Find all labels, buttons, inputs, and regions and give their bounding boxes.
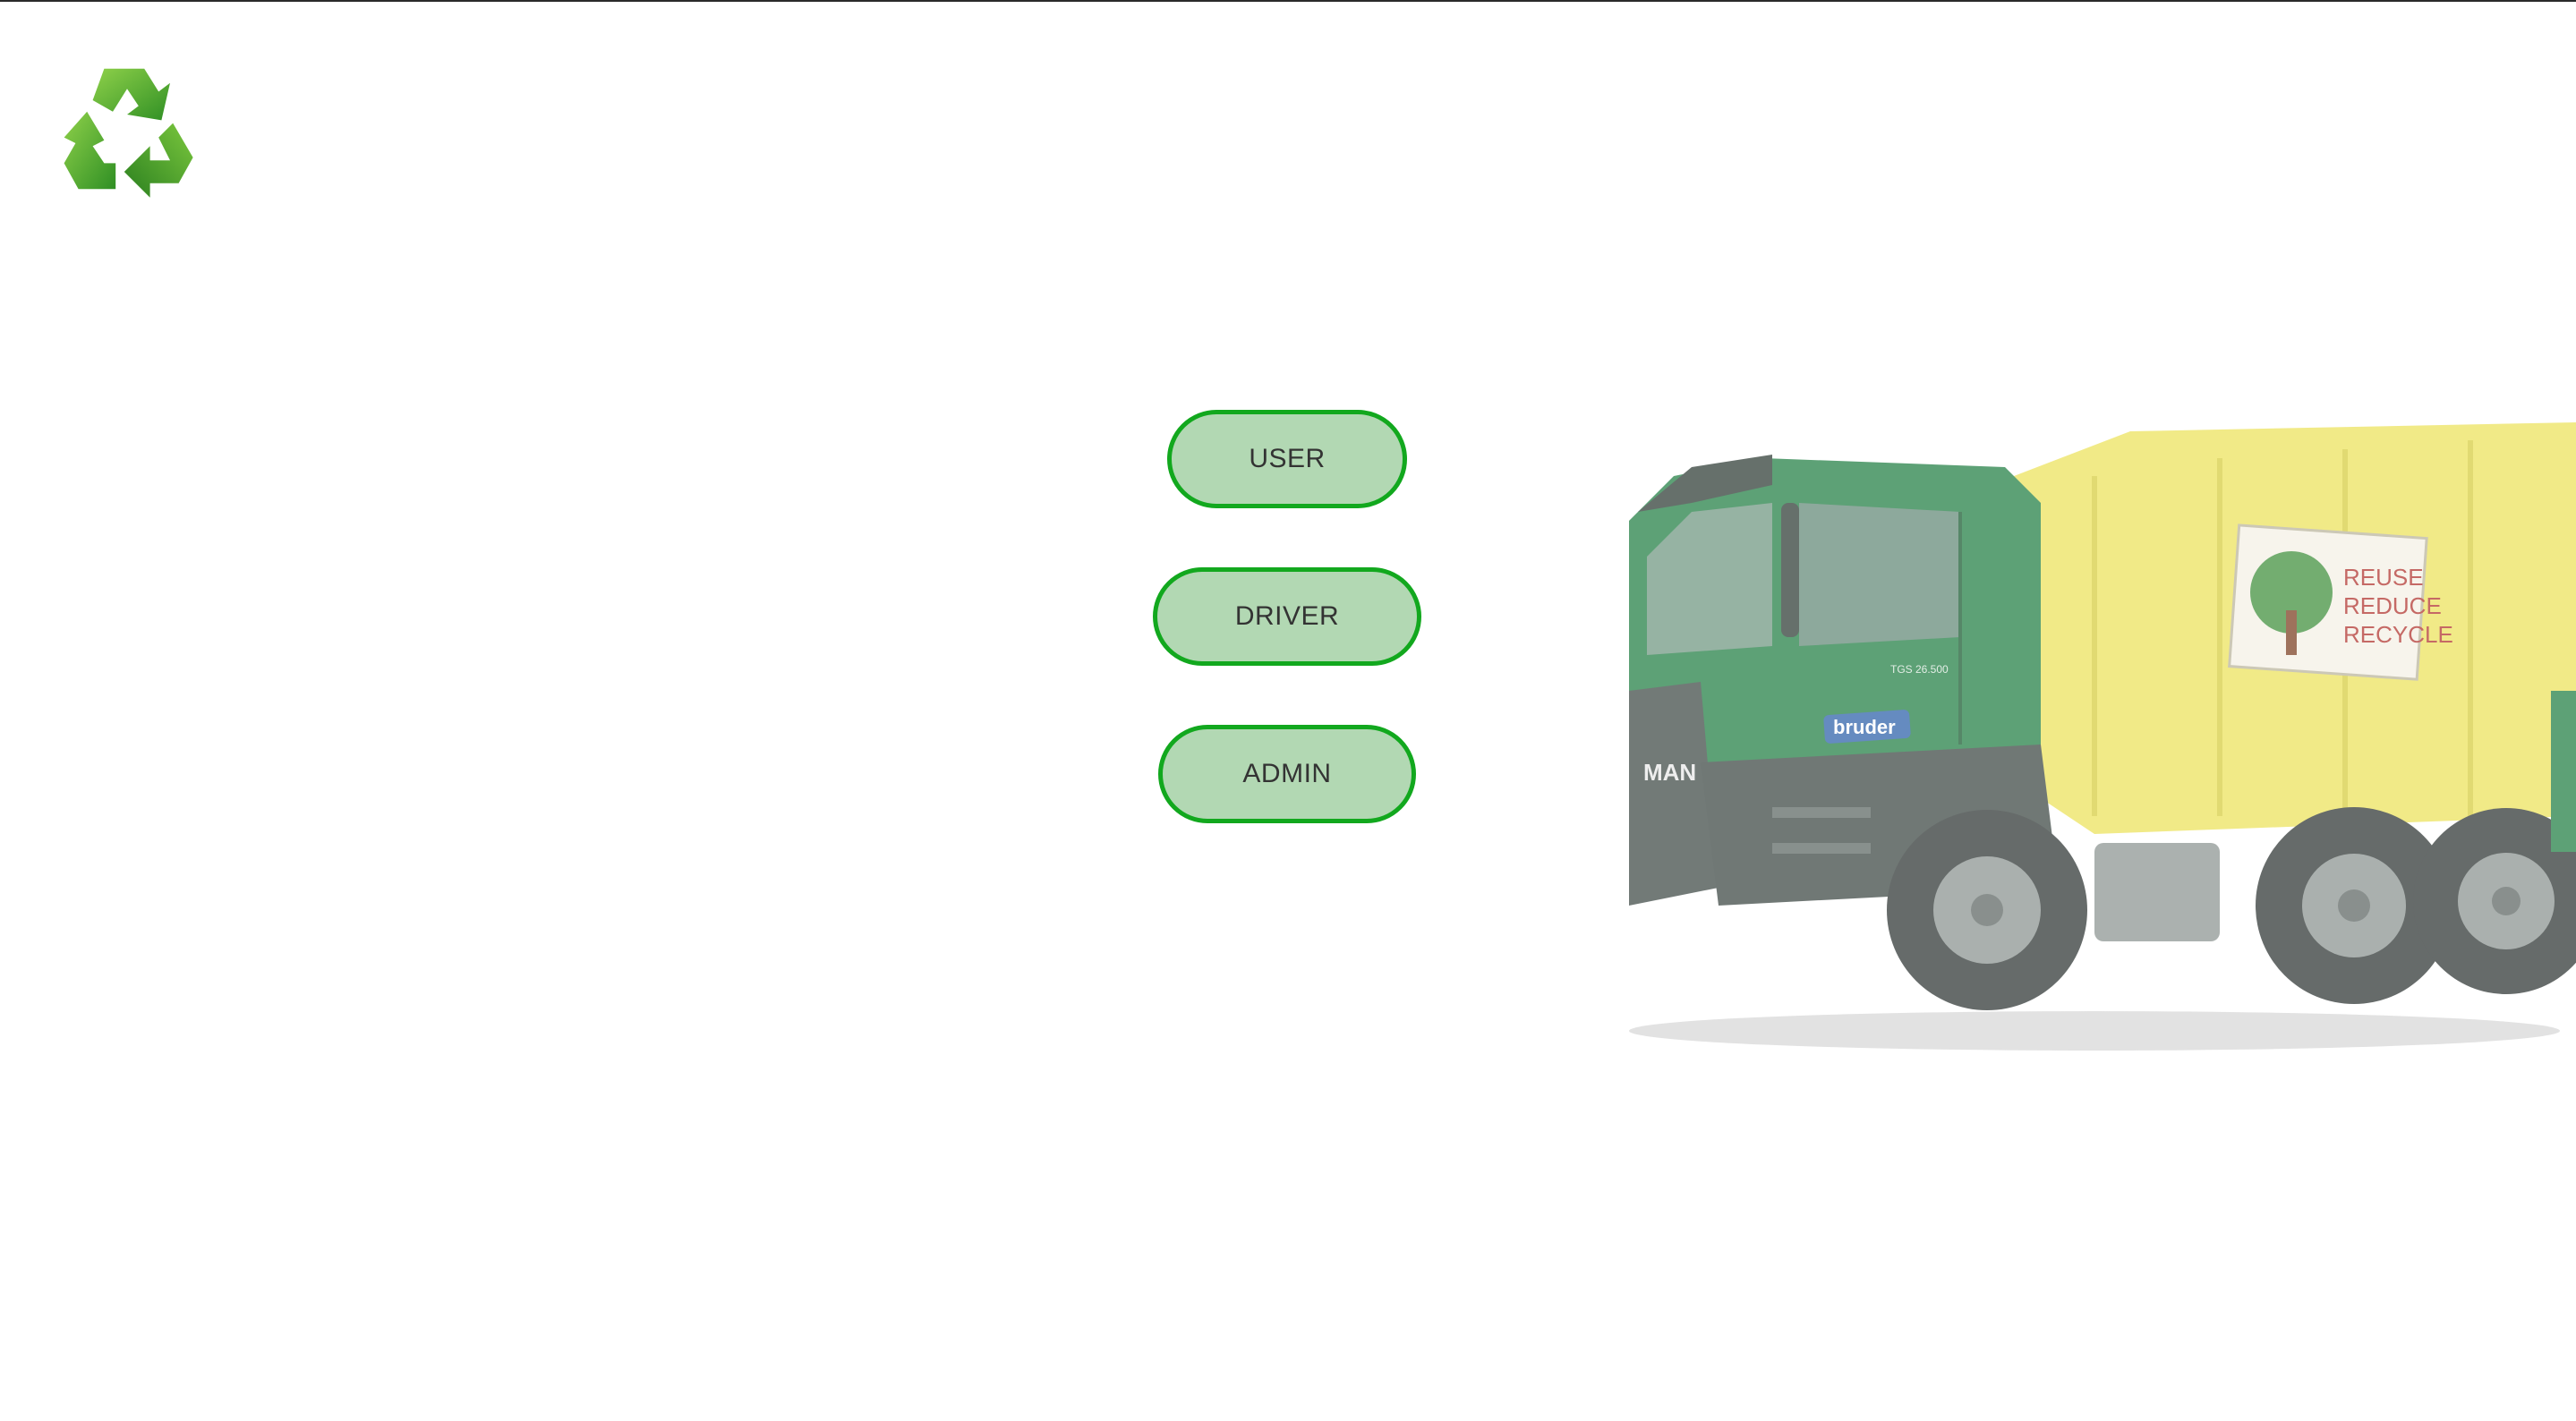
sign-line-1: REUSE [2343,564,2424,591]
admin-button[interactable]: ADMIN [1158,725,1416,823]
sign-line-2: REDUCE [2343,592,2442,619]
garbage-truck-illustration: REUSE REDUCE RECYCLE bruder TGS 26.500 M… [1629,422,2576,1051]
sign-line-3: RECYCLE [2343,621,2453,648]
front-wheel [1887,810,2087,1010]
grille-brand: MAN [1643,759,1696,786]
app-window: USER DRIVER ADMIN REUSE REDUCE RECYCLE b… [0,0,2576,1421]
recycle-icon[interactable] [52,57,202,200]
model-badge: TGS 26.500 [1890,663,1949,676]
user-button[interactable]: USER [1167,410,1407,508]
driver-button[interactable]: DRIVER [1153,567,1421,666]
brand-badge: bruder [1833,716,1896,738]
